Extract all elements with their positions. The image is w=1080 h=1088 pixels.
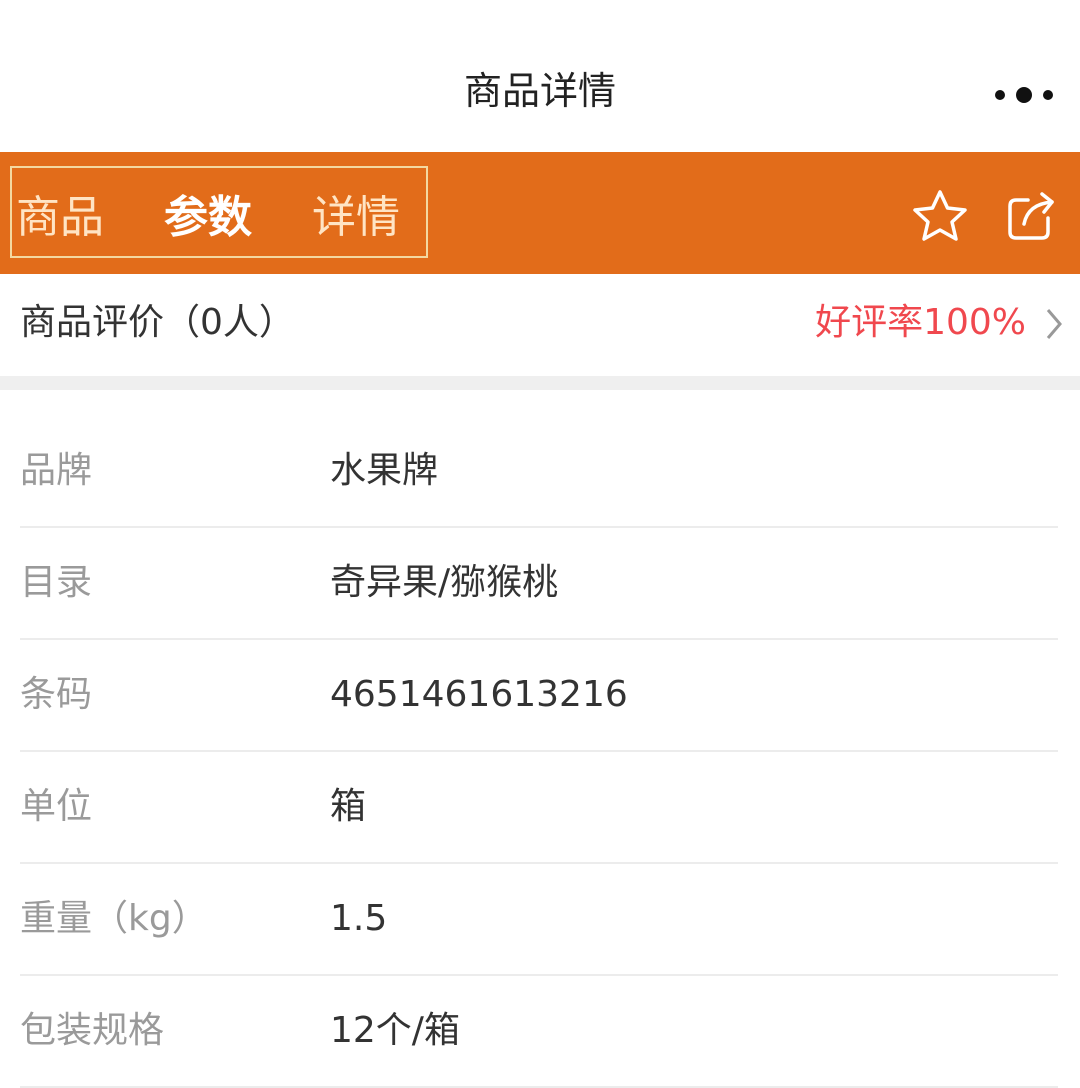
more-dots-icon (995, 87, 1053, 103)
spec-value: 4651461613216 (330, 674, 628, 715)
review-label: 商品评价（0人） (20, 302, 295, 343)
tab-product[interactable]: 商品 (16, 190, 104, 246)
spec-key: 条码 (20, 674, 93, 715)
spec-row-brand: 品牌 水果牌 (20, 390, 1058, 528)
spec-key: 包装规格 (20, 1010, 165, 1051)
share-button[interactable] (1004, 188, 1064, 244)
star-icon (913, 190, 967, 241)
tab-params[interactable]: 参数 (164, 190, 252, 246)
spec-table: 品牌 水果牌 目录 奇异果/猕猴桃 条码 4651461613216 单位 箱 … (0, 390, 1080, 1088)
spec-row-weight: 重量（kg） 1.5 (20, 864, 1058, 976)
spec-value: 箱 (330, 786, 367, 827)
nav-bar: 商品详情 (0, 0, 1080, 152)
favorite-button[interactable] (910, 188, 970, 244)
more-button[interactable] (990, 80, 1060, 110)
spec-row-category: 目录 奇异果/猕猴桃 (20, 528, 1058, 640)
spec-key: 目录 (20, 562, 93, 603)
review-row[interactable]: 商品评价（0人） 好评率100% (0, 274, 1080, 376)
spec-key: 单位 (20, 786, 93, 827)
spec-row-unit: 单位 箱 (20, 752, 1058, 864)
spec-value: 水果牌 (330, 450, 439, 491)
tab-bar: 商品 参数 详情 (0, 152, 1080, 274)
page-title: 商品详情 (463, 69, 616, 113)
share-icon (1008, 192, 1054, 240)
spec-row-barcode: 条码 4651461613216 (20, 640, 1058, 752)
spec-row-packaging: 包装规格 12个/箱 (20, 976, 1058, 1088)
spec-key: 重量（kg） (20, 898, 208, 939)
spec-value: 12个/箱 (330, 1010, 460, 1051)
tab-details[interactable]: 详情 (312, 190, 400, 246)
spec-key: 品牌 (20, 450, 93, 491)
spec-value: 1.5 (330, 898, 388, 939)
tab-group: 商品 参数 详情 (10, 166, 428, 258)
spec-value: 奇异果/猕猴桃 (330, 562, 559, 603)
section-divider (0, 376, 1080, 390)
chevron-right-icon (1046, 309, 1062, 339)
positive-rate: 好评率100% (815, 302, 1026, 343)
